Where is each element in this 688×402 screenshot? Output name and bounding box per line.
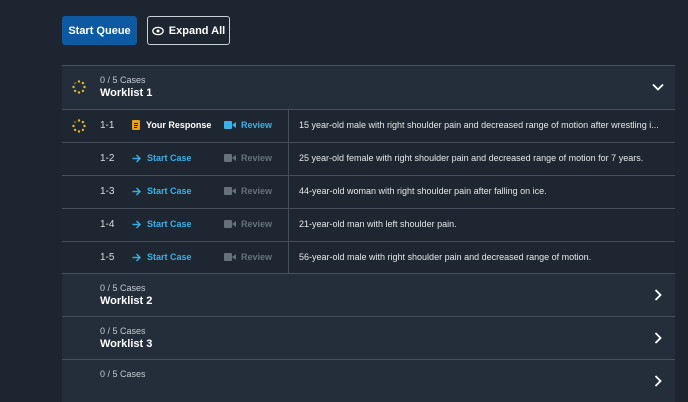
worklist-case-count: 0 / 5 Cases [100,326,146,336]
chevron-right-icon[interactable] [651,374,665,388]
review-link: Review [224,153,272,163]
chevron-down-icon[interactable] [651,80,665,94]
worklist-4-header[interactable]: 0 / 5 Cases [62,359,675,402]
worklist-case-count: 0 / 5 Cases [100,75,146,85]
case-description: 21-year-old man with left shoulder pain. [299,219,457,229]
arrow-right-icon [132,253,141,261]
review-label: Review [241,153,273,163]
review-link: Review [224,186,272,196]
worklist-case-count: 0 / 5 Cases [100,369,146,379]
action-label: Start Case [147,153,192,163]
arrow-right-icon [132,187,141,195]
start-case-link[interactable]: Start Case [132,219,192,229]
case-description: 25 year-old female with right shoulder p… [299,153,644,163]
review-link: Review [224,252,272,262]
progress-spinner-icon [72,80,86,94]
start-case-link[interactable]: Start Case [132,252,192,262]
arrow-right-icon [132,154,141,162]
case-row: 1-2 Start Case Review 25 year-old female… [62,142,675,176]
column-divider [288,176,289,209]
review-link: Review [224,219,272,229]
expand-all-button[interactable]: Expand All [147,16,230,45]
column-divider [288,242,289,275]
your-response-link[interactable]: Your Response [132,120,211,130]
arrow-right-icon [132,220,141,228]
video-camera-icon [224,253,236,261]
case-row: 1-1 Your Response Review 15 year-old mal… [62,109,675,143]
action-label: Your Response [146,120,212,130]
video-camera-icon [224,220,236,228]
eye-icon [151,26,164,35]
case-row: 1-4 Start Case Review 21-year-old man wi… [62,208,675,242]
review-label: Review [241,252,273,262]
action-label: Start Case [147,252,192,262]
start-case-link[interactable]: Start Case [132,153,192,163]
case-number: 1-1 [100,120,115,131]
worklist-title: Worklist 3 [100,338,153,350]
case-number: 1-3 [100,186,115,197]
progress-spinner-icon [72,119,86,133]
chevron-right-icon[interactable] [651,288,665,302]
case-number: 1-4 [100,219,115,230]
start-queue-button[interactable]: Start Queue [62,16,137,45]
video-camera-icon [224,187,236,195]
start-case-link[interactable]: Start Case [132,186,192,196]
column-divider [288,209,289,242]
chevron-right-icon[interactable] [651,331,665,345]
video-camera-icon [224,121,236,129]
column-divider [288,143,289,176]
review-link[interactable]: Review [224,120,272,130]
case-number: 1-5 [100,252,115,263]
case-description: 56-year-old male with right shoulder pai… [299,252,592,262]
review-label: Review [241,186,273,196]
worklist-panel: 0 / 5 Cases Worklist 1 1-1 Your Response… [62,65,675,402]
review-label: Review [241,219,273,229]
start-queue-label: Start Queue [68,24,131,37]
case-description: 15 year-old male with right shoulder pai… [299,120,659,130]
document-icon [132,120,140,130]
case-row: 1-5 Start Case Review 56-year-old male w… [62,241,675,275]
video-camera-icon [224,154,236,162]
case-row: 1-3 Start Case Review 44-year-old woman … [62,175,675,209]
column-divider [288,110,289,143]
case-number: 1-2 [100,153,115,164]
worklist-title: Worklist 2 [100,295,153,307]
worklist-title: Worklist 1 [100,87,153,99]
worklist-case-count: 0 / 5 Cases [100,283,146,293]
worklist-3-header[interactable]: 0 / 5 Cases Worklist 3 [62,316,675,359]
case-description: 44-year-old woman with right shoulder pa… [299,186,547,196]
action-label: Start Case [147,219,192,229]
review-label: Review [241,120,273,130]
action-label: Start Case [147,186,192,196]
worklist-1-header[interactable]: 0 / 5 Cases Worklist 1 [62,65,675,108]
worklist-2-header[interactable]: 0 / 5 Cases Worklist 2 [62,273,675,316]
expand-all-label: Expand All [168,24,226,37]
